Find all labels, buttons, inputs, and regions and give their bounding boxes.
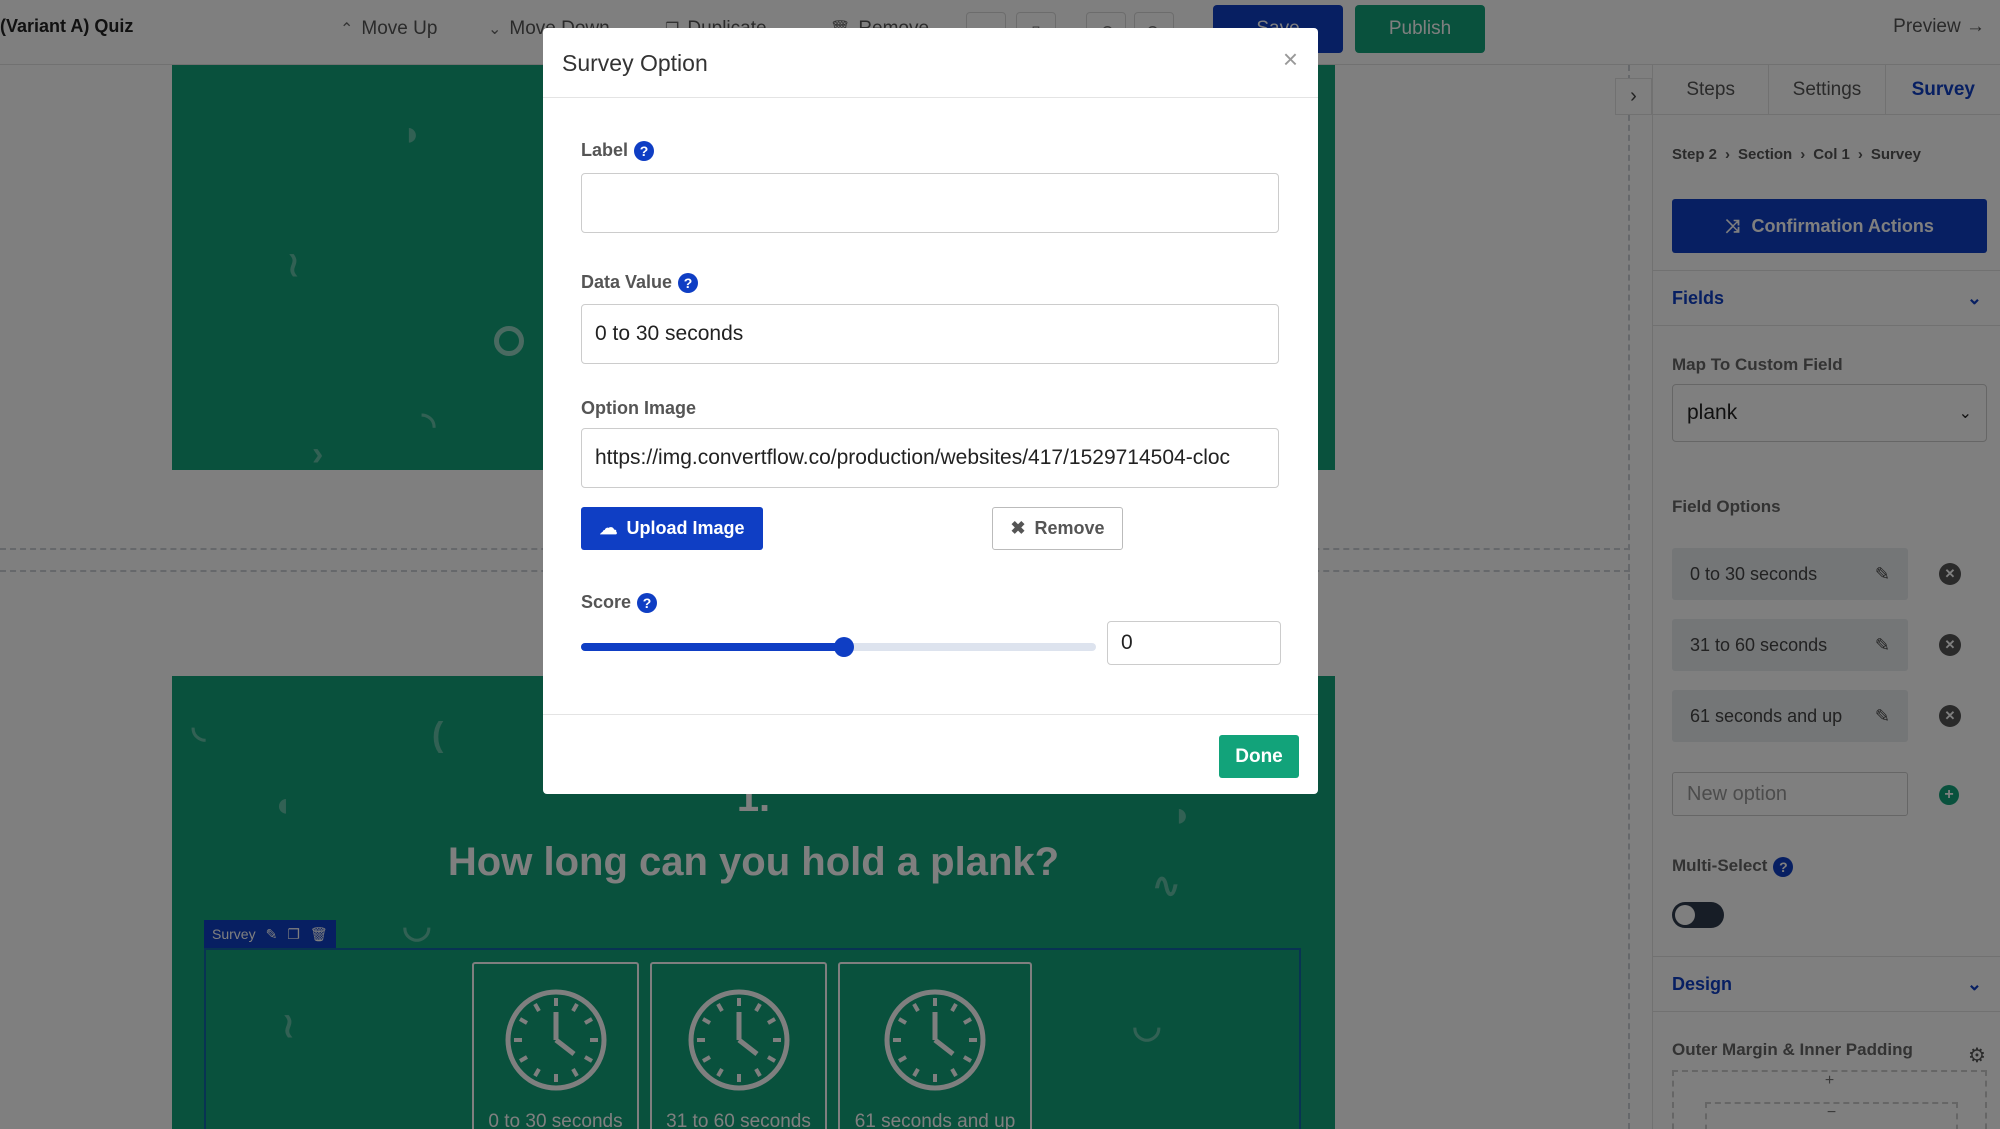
- data-value-label: Data Value?: [581, 272, 699, 294]
- data-value-input[interactable]: 0 to 30 seconds: [581, 304, 1279, 364]
- help-icon[interactable]: ?: [637, 593, 658, 614]
- help-icon[interactable]: ?: [634, 141, 655, 162]
- upload-image-label: Upload Image: [626, 518, 745, 538]
- option-image-input[interactable]: https://img.convertflow.co/production/we…: [581, 428, 1279, 488]
- score-slider[interactable]: [581, 637, 1096, 657]
- remove-image-label: Remove: [1034, 518, 1105, 538]
- modal-header: Survey Option ×: [543, 28, 1318, 98]
- score-text: Score: [581, 592, 632, 612]
- modal-title: Survey Option: [562, 50, 708, 76]
- remove-image-button[interactable]: ✖ Remove: [992, 507, 1123, 550]
- label-field-label: Label?: [581, 140, 655, 162]
- score-input[interactable]: 0: [1107, 621, 1281, 665]
- data-value-text: Data Value: [581, 272, 673, 292]
- close-icon[interactable]: ×: [1283, 44, 1298, 75]
- upload-icon: ☁: [599, 518, 618, 538]
- score-label: Score?: [581, 592, 658, 614]
- done-button[interactable]: Done: [1219, 735, 1299, 778]
- close-icon: ✖: [1010, 518, 1026, 538]
- score-slider-fill: [581, 643, 844, 651]
- survey-option-modal: Survey Option × Label? Data Value? 0 to …: [543, 28, 1318, 794]
- score-slider-handle[interactable]: [833, 637, 854, 657]
- label-field-text: Label: [581, 140, 629, 160]
- help-icon[interactable]: ?: [678, 273, 699, 294]
- modal-footer: Done: [543, 714, 1318, 794]
- score-section: Score? 0: [554, 569, 1307, 702]
- option-image-label: Option Image: [581, 398, 697, 418]
- label-input[interactable]: [581, 173, 1279, 233]
- upload-image-button[interactable]: ☁ Upload Image: [581, 507, 763, 550]
